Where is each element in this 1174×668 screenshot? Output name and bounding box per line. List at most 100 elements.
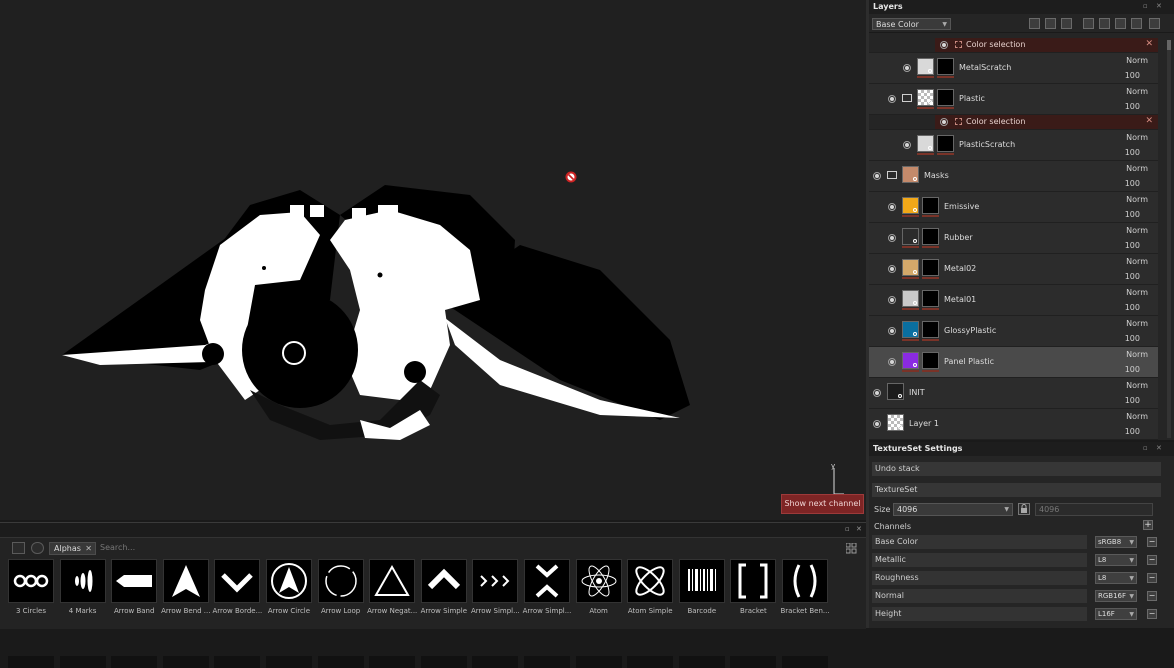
alpha-item-next-row[interactable] [317, 656, 364, 668]
filter-icon[interactable] [12, 542, 25, 554]
remove-channel-button[interactable]: − [1147, 573, 1157, 583]
layer-opacity[interactable]: 100 [1125, 210, 1140, 219]
layer-opacity[interactable]: 100 [1125, 102, 1140, 111]
reset-icon[interactable] [31, 542, 44, 554]
blend-mode[interactable]: Norm [1126, 288, 1148, 297]
visibility-eye-icon[interactable] [888, 296, 896, 304]
alpha-item-next-row[interactable] [575, 656, 622, 668]
paint-brush-icon[interactable] [1061, 18, 1072, 29]
channel-format-dropdown[interactable]: sRGB8 ▼ [1095, 536, 1137, 548]
alpha-item[interactable]: Arrow Negat... [367, 559, 417, 615]
color-selection-effect[interactable]: Color selection ✕ [869, 38, 1158, 53]
layers-scrollbar[interactable] [1167, 40, 1171, 438]
visibility-eye-icon[interactable] [873, 420, 881, 428]
layer-row[interactable]: Plastic Norm 100 [869, 84, 1158, 115]
channel-name[interactable]: Normal [872, 589, 1087, 603]
close-panel-icon[interactable]: ✕ [1156, 444, 1162, 452]
layer-opacity[interactable]: 100 [1125, 71, 1140, 80]
visibility-eye-icon[interactable] [888, 95, 896, 103]
alpha-item[interactable]: Bracket Ben... [780, 559, 830, 615]
layer-row[interactable]: Panel Plastic Norm 100 [869, 347, 1158, 378]
layer-opacity[interactable]: 100 [1125, 396, 1140, 405]
alpha-item[interactable]: Atom [575, 559, 622, 615]
blend-mode[interactable]: Norm [1126, 412, 1148, 421]
add-mask-icon[interactable] [1045, 18, 1056, 29]
channel-format-dropdown[interactable]: L16F ▼ [1095, 608, 1137, 620]
channel-name[interactable]: Height [872, 607, 1087, 621]
alpha-item[interactable]: Arrow Band [111, 559, 158, 615]
instance-icon[interactable] [1115, 18, 1126, 29]
add-paint-layer-icon[interactable] [1099, 18, 1110, 29]
linked-size-field[interactable]: 4096 [1035, 503, 1153, 516]
mask-thumbnail[interactable] [922, 352, 939, 369]
channel-dropdown[interactable]: Base Color ▼ [872, 18, 951, 30]
alpha-item[interactable]: Bracket [730, 559, 777, 615]
add-fill-layer-icon[interactable] [1083, 18, 1094, 29]
layer-opacity[interactable]: 100 [1125, 148, 1140, 157]
blend-mode[interactable]: Norm [1126, 226, 1148, 235]
mask-thumbnail[interactable] [937, 135, 954, 152]
alpha-item[interactable]: Arrow Bend ... [161, 559, 210, 615]
color-selection-effect[interactable]: Color selection ✕ [869, 115, 1158, 130]
alpha-item-next-row[interactable] [730, 656, 777, 668]
visibility-eye-icon[interactable] [888, 203, 896, 211]
layer-opacity[interactable]: 100 [1125, 303, 1140, 312]
blend-mode[interactable]: Norm [1126, 56, 1148, 65]
mask-thumbnail[interactable] [922, 321, 939, 338]
channel-format-dropdown[interactable]: RGB16F ▼ [1095, 590, 1137, 602]
color-selection-bar[interactable]: Color selection ✕ [935, 115, 1158, 129]
layer-row[interactable]: GlossyPlastic Norm 100 [869, 316, 1158, 347]
color-selection-bar[interactable]: Color selection ✕ [935, 38, 1158, 52]
float-panel-icon[interactable]: ▫ [1143, 444, 1148, 452]
delete-layer-icon[interactable] [1149, 18, 1160, 29]
remove-channel-button[interactable]: − [1147, 555, 1157, 565]
alpha-item-next-row[interactable] [266, 656, 312, 668]
alpha-item-next-row[interactable] [59, 656, 106, 668]
visibility-eye-icon[interactable] [888, 265, 896, 273]
remove-effect-icon[interactable]: ✕ [1145, 39, 1153, 49]
mask-thumbnail[interactable] [922, 290, 939, 307]
layer-row[interactable]: Layer 1 Norm 100 [869, 409, 1158, 440]
blend-mode[interactable]: Norm [1126, 87, 1148, 96]
alpha-item[interactable]: Arrow Borde... [213, 559, 262, 615]
alpha-item-next-row[interactable] [111, 656, 158, 668]
alpha-item-next-row[interactable] [162, 656, 209, 668]
alpha-item[interactable]: Arrow Simpl... [523, 559, 571, 615]
remove-tag-icon[interactable]: ✕ [85, 543, 92, 554]
channel-name[interactable]: Base Color [872, 535, 1087, 549]
alpha-item-next-row[interactable] [214, 656, 261, 668]
channel-name[interactable]: Metallic [872, 553, 1087, 567]
close-panel-icon[interactable]: ✕ [856, 525, 864, 533]
alpha-item-next-row[interactable] [524, 656, 570, 668]
visibility-eye-icon[interactable] [903, 141, 911, 149]
blend-mode[interactable]: Norm [1126, 195, 1148, 204]
mask-thumbnail[interactable] [922, 259, 939, 276]
layer-row[interactable]: MetalScratch Norm 100 [869, 53, 1158, 84]
alpha-item-next-row[interactable] [472, 656, 519, 668]
layer-opacity[interactable]: 100 [1125, 241, 1140, 250]
channel-format-dropdown[interactable]: L8 ▼ [1095, 572, 1137, 584]
add-effect-icon[interactable] [1029, 18, 1040, 29]
alpha-item-next-row[interactable] [420, 656, 467, 668]
layer-row[interactable]: Emissive Norm 100 [869, 192, 1158, 223]
blend-mode[interactable]: Norm [1126, 257, 1148, 266]
layer-row[interactable]: INIT Norm 100 [869, 378, 1158, 409]
layer-opacity[interactable]: 100 [1125, 179, 1140, 188]
alpha-item[interactable]: Arrow Simple [421, 559, 467, 615]
mask-thumbnail[interactable] [922, 228, 939, 245]
alpha-item-next-row[interactable] [678, 656, 725, 668]
lock-icon[interactable] [1018, 503, 1030, 515]
add-channel-button[interactable]: + [1143, 520, 1153, 530]
3d-viewport[interactable]: y Show next channel [0, 0, 866, 520]
undo-stack-section[interactable]: Undo stack [872, 462, 1161, 476]
alpha-item-next-row[interactable] [8, 656, 54, 668]
alpha-item[interactable]: Barcode [678, 559, 725, 615]
channel-format-dropdown[interactable]: L8 ▼ [1095, 554, 1137, 566]
alphas-filter-tag[interactable]: Alphas ✕ [49, 542, 96, 555]
visibility-eye-icon[interactable] [873, 389, 881, 397]
layer-row[interactable]: Metal02 Norm 100 [869, 254, 1158, 285]
layer-opacity[interactable]: 100 [1125, 334, 1140, 343]
alpha-item-next-row[interactable] [782, 656, 828, 668]
remove-channel-button[interactable]: − [1147, 591, 1157, 601]
size-dropdown[interactable]: 4096 ▼ [893, 503, 1013, 516]
